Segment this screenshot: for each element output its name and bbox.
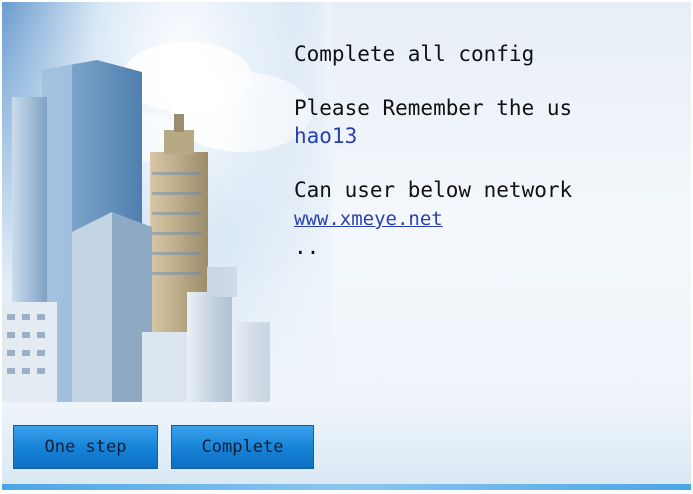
city-skyline-image bbox=[2, 2, 332, 402]
username-value: hao13 bbox=[294, 124, 358, 148]
completion-message: Complete all config Please Remember the … bbox=[294, 40, 624, 261]
remember-text: Please Remember the us bbox=[294, 96, 573, 120]
bottom-accent-bar bbox=[2, 484, 691, 490]
xmeye-link[interactable]: www.xmeye.net bbox=[294, 208, 443, 230]
config-complete-dialog: Complete all config Please Remember the … bbox=[2, 2, 691, 490]
one-step-button[interactable]: One step bbox=[13, 425, 158, 469]
network-text: Can user below network bbox=[294, 178, 573, 202]
complete-button[interactable]: Complete bbox=[171, 425, 314, 469]
ellipsis-text: .. bbox=[294, 235, 320, 259]
dialog-title: Complete all config bbox=[294, 42, 535, 66]
